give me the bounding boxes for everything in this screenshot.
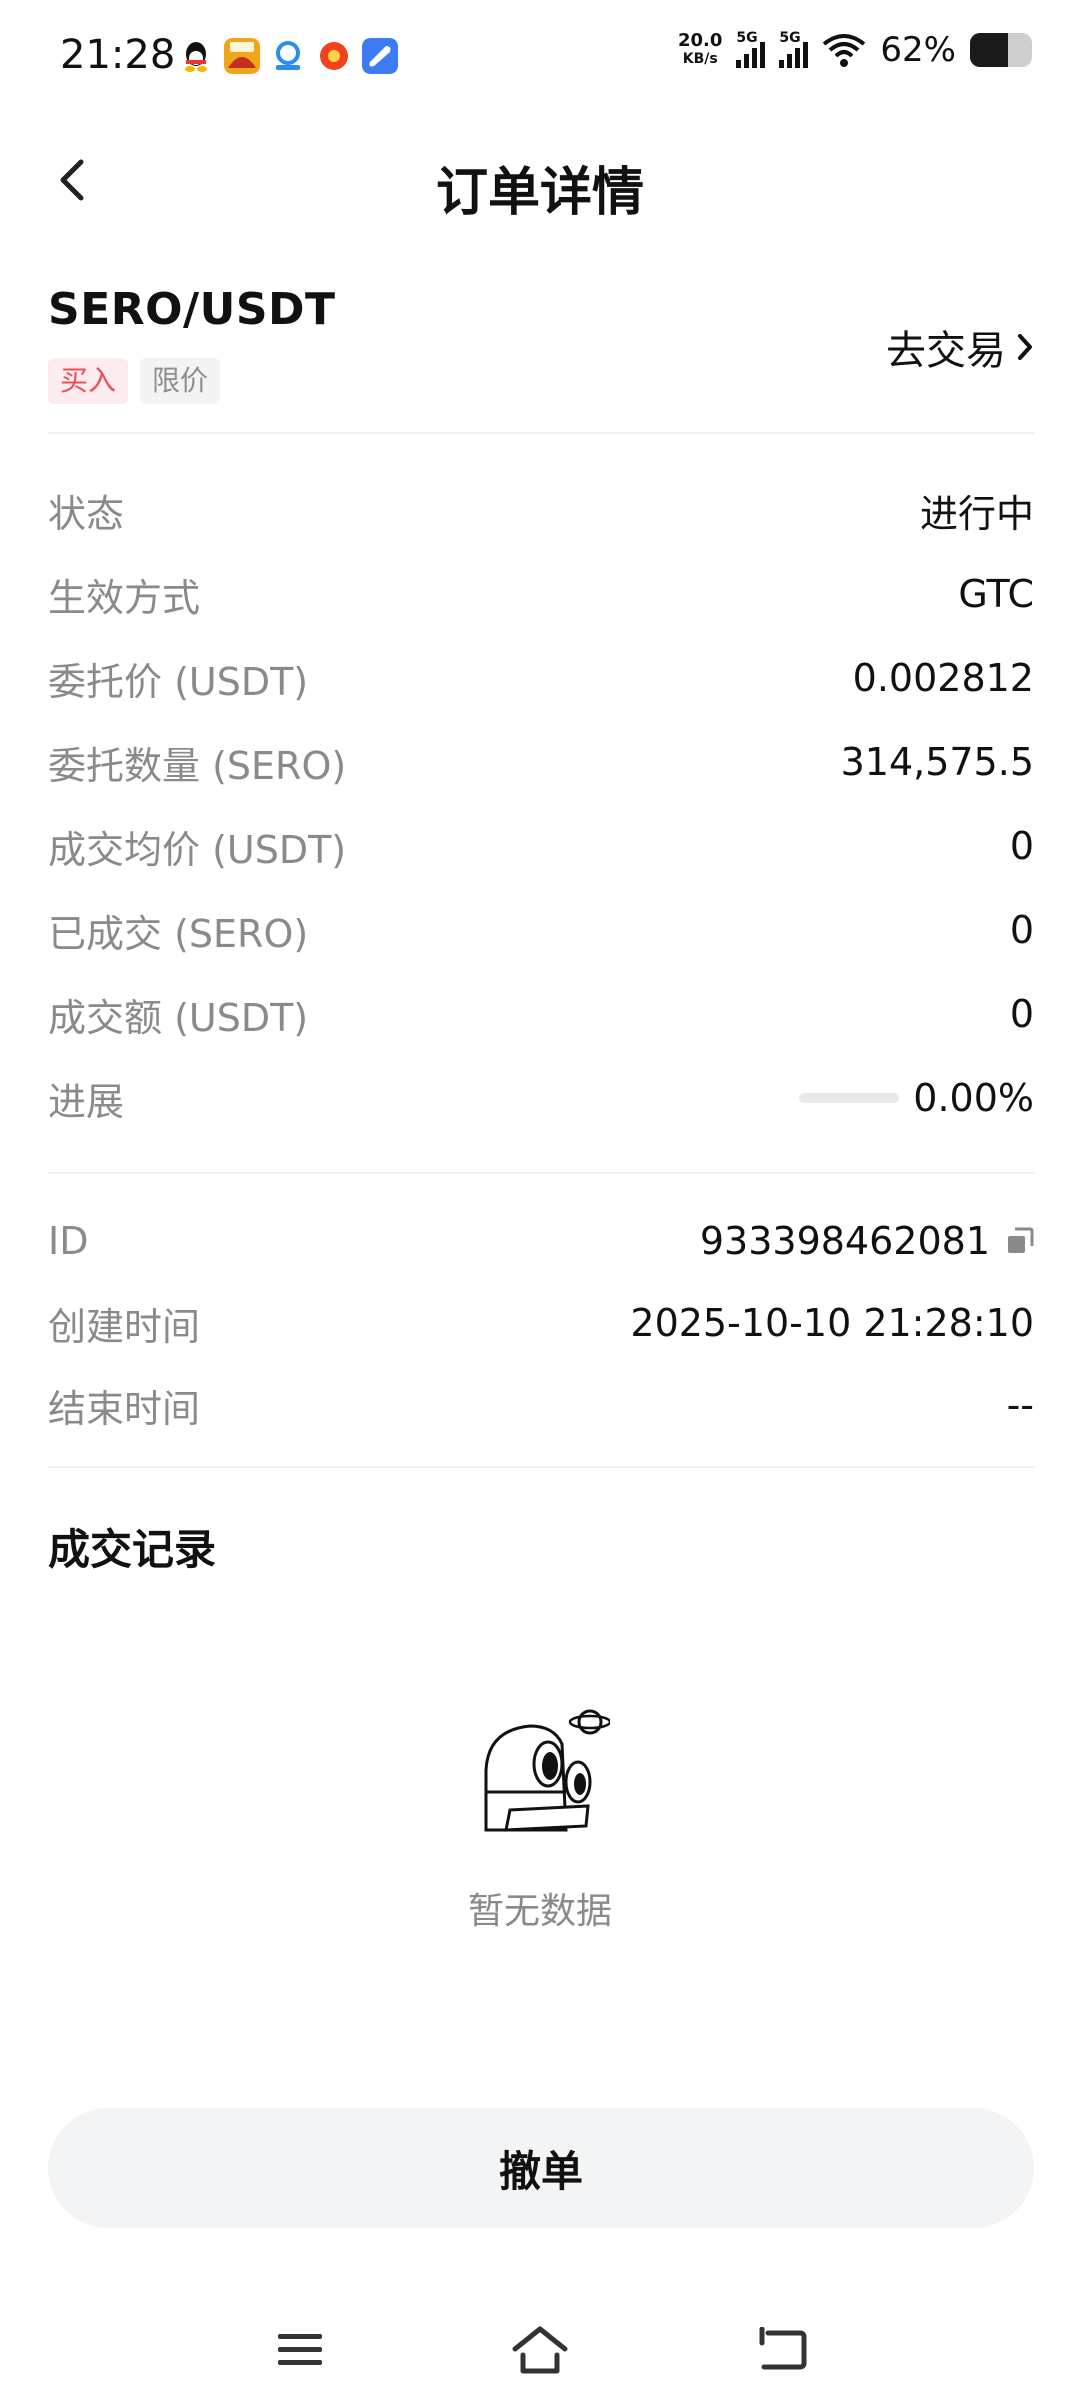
divider — [48, 1172, 1034, 1174]
detail-row-avg-price: 成交均价 (USDT) 0 — [48, 804, 1034, 888]
network-speed: 20.0 KB/s — [678, 32, 722, 68]
detail-label: 进展 — [48, 1079, 125, 1124]
detail-label: 生效方式 — [48, 575, 201, 620]
trade-records-title: 成交记录 — [48, 1525, 217, 1574]
divider — [48, 432, 1034, 434]
system-nav-bar — [0, 2300, 1080, 2400]
browser-app-icon — [270, 38, 306, 74]
detail-row-order-price: 委托价 (USDT) 0.002812 — [48, 636, 1034, 720]
detail-value: GTC — [958, 572, 1034, 616]
signal-5g-icon: 5G — [736, 30, 766, 68]
page-title: 订单详情 — [435, 163, 644, 223]
order-type-tag: 限价 — [140, 358, 221, 404]
battery-fill — [970, 33, 1009, 67]
divider — [48, 1466, 1034, 1468]
return-icon — [759, 2327, 807, 2370]
home-button[interactable] — [510, 2320, 570, 2380]
empty-state-text: 暂无数据 — [467, 1891, 612, 1932]
home-icon — [512, 2326, 568, 2374]
detail-value: 0.002812 — [852, 656, 1034, 700]
network-speed-unit: KB/s — [682, 51, 718, 67]
message-app-icon — [362, 38, 398, 74]
detail-row-filled: 已成交 (SERO) 0 — [48, 888, 1034, 972]
detail-row-order-amount: 委托数量 (SERO) 314,575.5 — [48, 720, 1034, 804]
meta-label: 结束时间 — [48, 1386, 201, 1431]
detail-row-turnover: 成交额 (USDT) 0 — [48, 972, 1034, 1056]
signal-label: 5G — [779, 30, 801, 46]
astronaut-binoculars-icon — [484, 1709, 610, 1832]
chevron-right-icon — [1018, 334, 1032, 360]
back-nav-button[interactable] — [752, 2320, 812, 2380]
progress-indicator: 0.00% — [799, 1076, 1034, 1120]
cancel-order-button[interactable]: 撤单 — [48, 2108, 1034, 2228]
signal-label: 5G — [736, 30, 758, 46]
detail-value: 0 — [1009, 992, 1034, 1036]
side-tag: 买入 — [48, 358, 129, 404]
detail-value: 314,575.5 — [840, 740, 1034, 784]
detail-row-status: 状态 进行中 — [48, 468, 1034, 552]
network-speed-value: 20.0 — [678, 30, 723, 51]
notification-icons — [178, 38, 398, 74]
detail-label: 成交均价 (USDT) — [48, 827, 347, 872]
status-bar: 21:28 20.0 KB/s 5G 5G 62% — [0, 0, 1080, 120]
battery-icon — [970, 33, 1032, 67]
progress-bar — [799, 1093, 900, 1103]
order-meta-list: ID 933398462081 创建时间 2025-10-10 21:28:10… — [48, 1200, 1034, 1446]
detail-row-progress: 进展 0.00% — [48, 1056, 1034, 1140]
trading-pair-name: SERO/USDT — [48, 284, 336, 335]
menu-icon — [278, 2334, 322, 2365]
qq-app-icon — [185, 42, 207, 72]
detail-row-time-in-force: 生效方式 GTC — [48, 552, 1034, 636]
header-bar: 订单详情 — [0, 120, 1080, 250]
taobao-app-icon — [320, 42, 348, 70]
go-trade-link[interactable]: 去交易 — [886, 318, 1034, 376]
detail-label: 委托数量 (SERO) — [48, 743, 347, 788]
go-trade-label: 去交易 — [886, 328, 1006, 374]
meta-row-ended: 结束时间 -- — [48, 1364, 1034, 1446]
progress-value: 0.00% — [913, 1076, 1034, 1120]
order-id-value: 933398462081 — [699, 1219, 990, 1263]
detail-label: 委托价 (USDT) — [48, 659, 309, 704]
order-details-list: 状态 进行中 生效方式 GTC 委托价 (USDT) 0.002812 委托数量… — [48, 468, 1034, 1140]
order-tags: 买入 限价 — [48, 358, 221, 404]
detail-value: 0 — [1009, 908, 1034, 952]
menu-button[interactable] — [270, 2320, 330, 2380]
trading-pair-section: SERO/USDT 买入 限价 去交易 — [48, 284, 1034, 444]
detail-label: 成交额 (USDT) — [48, 995, 309, 1040]
copy-icon[interactable] — [1006, 1227, 1034, 1255]
detail-label: 状态 — [48, 491, 125, 536]
order-id-group: 933398462081 — [700, 1219, 1034, 1263]
meta-value: 2025-10-10 21:28:10 — [630, 1301, 1034, 1345]
meta-label: 创建时间 — [48, 1304, 201, 1349]
detail-value: 进行中 — [919, 491, 1034, 536]
meta-row-id: ID 933398462081 — [48, 1200, 1034, 1282]
meta-value: -- — [1006, 1383, 1034, 1427]
meta-row-created: 创建时间 2025-10-10 21:28:10 — [48, 1282, 1034, 1364]
wifi-icon — [823, 34, 866, 67]
meta-label: ID — [48, 1219, 89, 1263]
sougou-app-icon — [224, 38, 260, 74]
detail-label: 已成交 (SERO) — [48, 911, 309, 956]
empty-state: 暂无数据 — [0, 1700, 1080, 1932]
detail-value: 0 — [1009, 824, 1034, 868]
status-indicators: 20.0 KB/s 5G 5G 62% — [678, 30, 1032, 70]
status-time: 21:28 — [60, 32, 176, 78]
battery-percent: 62% — [880, 30, 956, 70]
order-detail-page: 21:28 20.0 KB/s 5G 5G 62% 订单详情 SERO/USDT… — [0, 0, 1080, 2400]
signal-5g-icon: 5G — [779, 30, 809, 68]
